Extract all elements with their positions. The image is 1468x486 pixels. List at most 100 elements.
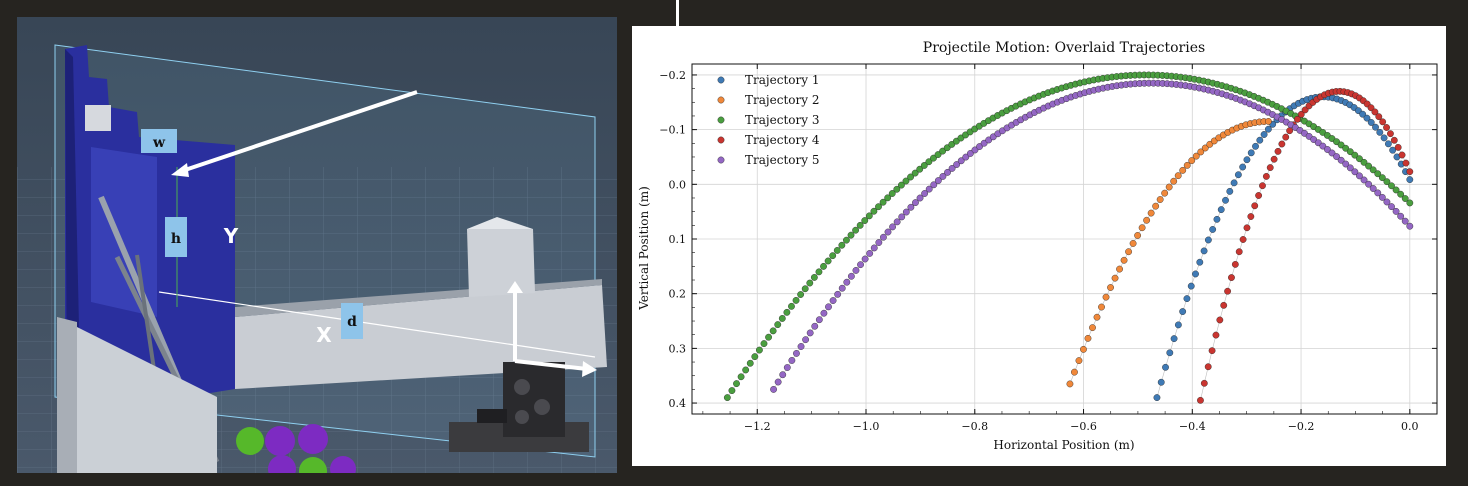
base-frame-shadow	[57, 317, 77, 473]
data-point-trajectory-1	[1380, 134, 1388, 142]
data-point-trajectory-5	[774, 378, 782, 386]
data-point-trajectory-3	[801, 285, 809, 293]
data-point-trajectory-2	[1125, 248, 1132, 256]
data-point-trajectory-3	[723, 394, 731, 401]
data-point-trajectory-4	[1208, 347, 1216, 355]
data-point-trajectory-2	[1089, 324, 1096, 332]
bracket	[85, 105, 111, 131]
data-point-trajectory-5	[815, 316, 823, 324]
data-point-trajectory-3	[751, 353, 759, 361]
data-point-trajectory-4	[1243, 224, 1251, 232]
legend-marker-3	[717, 116, 725, 124]
data-point-trajectory-2	[1093, 313, 1101, 321]
data-point-trajectory-3	[742, 366, 750, 374]
y-tick-label: 0.3	[669, 342, 687, 355]
data-point-trajectory-3	[829, 252, 837, 260]
y-axis-label: Vertical Position (m)	[637, 186, 651, 311]
chart-panel: Projectile Motion: Overlaid Trajectories…	[632, 26, 1446, 466]
data-point-trajectory-5	[770, 385, 777, 393]
data-point-trajectory-4	[1216, 316, 1224, 324]
data-point-trajectory-3	[1406, 199, 1414, 207]
cad-render: w h Y d X	[17, 17, 617, 473]
data-point-trajectory-4	[1212, 331, 1220, 339]
data-point-trajectory-2	[1107, 284, 1114, 291]
data-point-trajectory-3	[815, 268, 823, 276]
data-point-trajectory-4	[1247, 213, 1255, 220]
label-w: w	[152, 135, 166, 151]
trajectory-chart: Projectile Motion: Overlaid Trajectories…	[637, 40, 1438, 452]
data-point-trajectory-4	[1278, 140, 1286, 148]
data-point-trajectory-5	[825, 303, 832, 311]
data-point-trajectory-4	[1231, 260, 1239, 268]
data-point-trajectory-4	[1398, 151, 1406, 159]
data-point-trajectory-3	[847, 231, 855, 239]
data-point-trajectory-5	[1392, 207, 1400, 215]
divider-line	[676, 0, 679, 26]
data-point-trajectory-5	[811, 322, 819, 330]
data-point-trajectory-4	[1239, 236, 1247, 243]
legend: Trajectory 1 Trajectory 2 Trajectory 3 Traj…	[717, 73, 820, 167]
legend-label-1: Trajectory 1	[745, 73, 819, 87]
data-point-trajectory-5	[893, 218, 901, 226]
legend-marker-4	[717, 136, 725, 144]
inner-panel	[91, 147, 157, 317]
data-point-trajectory-3	[774, 321, 782, 329]
data-point-trajectory-4	[1235, 248, 1243, 256]
data-point-trajectory-1	[1209, 226, 1217, 233]
data-point-trajectory-5	[852, 267, 860, 274]
data-point-trajectory-3	[733, 380, 740, 388]
data-point-trajectory-3	[769, 327, 777, 335]
data-point-trajectory-4	[1262, 173, 1270, 180]
series-line-4	[1200, 91, 1411, 401]
x-tick-label: −1.2	[744, 420, 771, 433]
robot-detail-2	[534, 399, 550, 415]
data-point-trajectory-1	[1243, 156, 1251, 164]
label-h: h	[171, 231, 181, 247]
data-point-trajectory-4	[1286, 127, 1294, 135]
data-point-trajectory-1	[1196, 258, 1204, 266]
y-tick-label: 0.4	[669, 397, 687, 410]
data-point-trajectory-5	[884, 228, 892, 236]
data-point-trajectory-5	[857, 261, 864, 269]
data-point-trajectory-2	[1084, 334, 1092, 342]
data-point-trajectory-3	[792, 296, 800, 304]
data-point-trajectory-4	[1224, 287, 1231, 295]
data-point-trajectory-2	[1080, 345, 1087, 353]
legend-label-2: Trajectory 2	[745, 93, 819, 107]
data-point-trajectory-1	[1174, 321, 1182, 329]
data-point-trajectory-1	[1153, 394, 1161, 401]
data-point-trajectory-5	[902, 208, 910, 216]
x-tick-label: −1.0	[853, 420, 880, 433]
data-point-trajectory-1	[1384, 140, 1392, 148]
data-point-trajectory-2	[1156, 196, 1164, 203]
data-point-trajectory-4	[1251, 202, 1259, 210]
data-point-trajectory-3	[797, 291, 805, 298]
legend-marker-5	[717, 156, 725, 164]
x-tick-label: 0.0	[1401, 420, 1419, 433]
data-point-trajectory-5	[834, 290, 842, 298]
data-point-trajectory-2	[1102, 293, 1110, 301]
x-tick-label: −0.2	[1288, 420, 1315, 433]
ball-purple-2	[298, 424, 328, 454]
data-point-trajectory-1	[1226, 187, 1234, 195]
data-point-trajectory-4	[1402, 159, 1410, 167]
data-point-trajectory-2	[1265, 118, 1272, 125]
data-point-trajectory-1	[1187, 282, 1195, 290]
data-point-trajectory-2	[1143, 216, 1151, 224]
data-point-trajectory-1	[1256, 136, 1264, 144]
data-point-trajectory-5	[1388, 203, 1395, 211]
data-point-trajectory-1	[1170, 335, 1178, 343]
data-point-trajectory-2	[1111, 274, 1119, 282]
data-point-trajectory-1	[1213, 215, 1221, 223]
data-point-trajectory-4	[1270, 155, 1278, 163]
data-point-trajectory-2	[1134, 232, 1142, 239]
data-point-trajectory-4	[1255, 192, 1263, 199]
data-point-trajectory-3	[824, 257, 832, 265]
data-point-trajectory-1	[1230, 179, 1238, 187]
data-point-trajectory-1	[1166, 349, 1174, 357]
data-point-trajectory-1	[1247, 149, 1255, 157]
data-point-trajectory-3	[778, 315, 786, 322]
data-point-trajectory-5	[870, 244, 878, 252]
ball-purple-1	[265, 426, 295, 456]
data-point-trajectory-3	[833, 247, 841, 254]
